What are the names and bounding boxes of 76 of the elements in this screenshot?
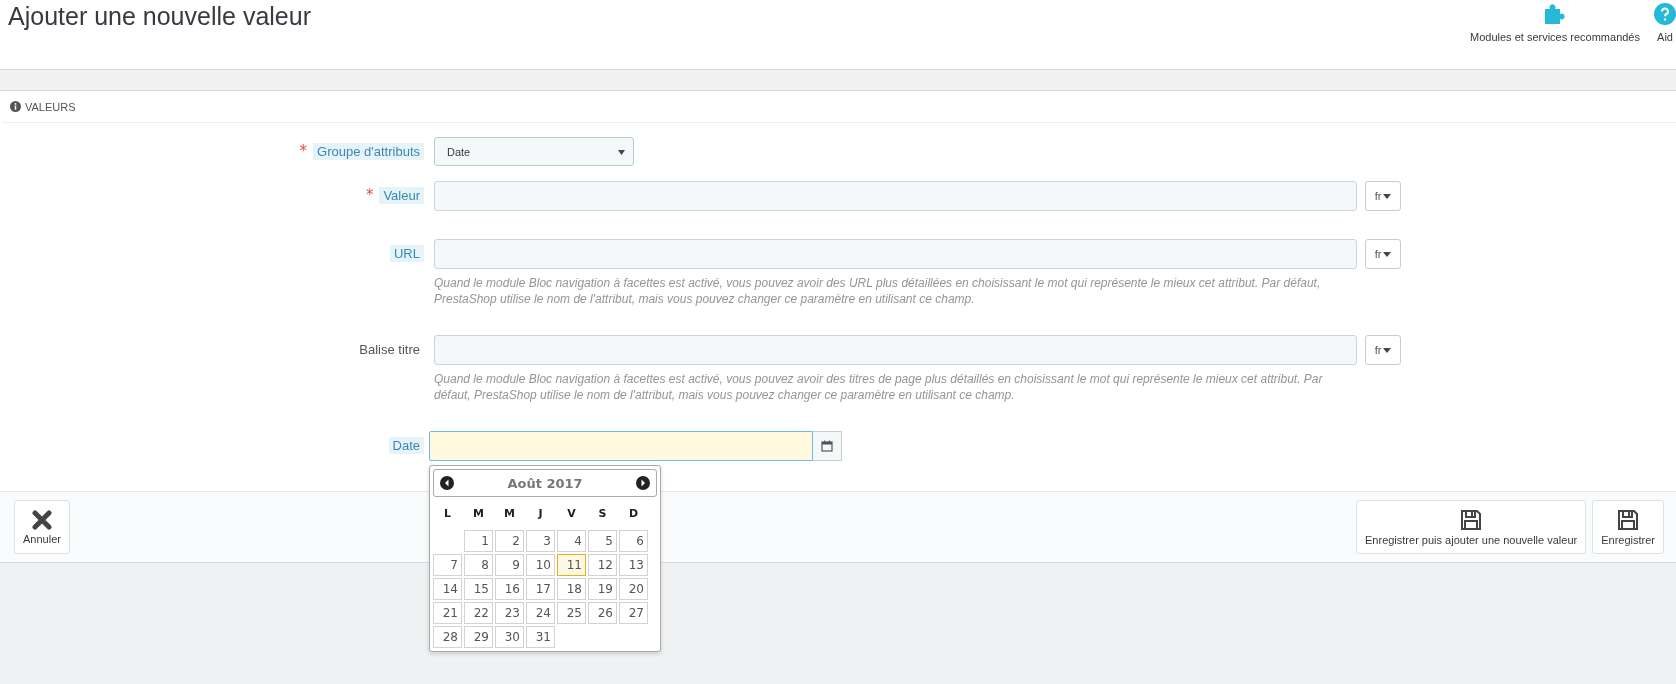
calendar-button[interactable] <box>813 431 842 461</box>
calendar-day[interactable]: 29 <box>464 626 493 648</box>
toolbar-link[interactable]: Modules et services recommandés <box>1470 3 1640 43</box>
date-field[interactable] <box>429 431 813 461</box>
calendar-day[interactable]: 30 <box>495 626 524 648</box>
calendar-day[interactable]: 24 <box>526 602 555 624</box>
calendar-day[interactable]: 6 <box>619 530 648 552</box>
calendar-day[interactable]: 27 <box>619 602 648 624</box>
caret-icon <box>1383 251 1392 257</box>
calendar-day[interactable]: 8 <box>464 554 493 576</box>
calendar-day[interactable]: 13 <box>619 554 648 576</box>
calendar-icon <box>821 440 833 452</box>
toolbar-link[interactable]: Aid <box>1654 3 1676 43</box>
calendar-day[interactable]: 19 <box>588 578 617 600</box>
page-title: Ajouter une nouvelle valeur <box>8 2 311 32</box>
calendar-day[interactable]: 10 <box>526 554 555 576</box>
calendar-day[interactable]: 25 <box>557 602 586 624</box>
month-title: Août 2017 <box>507 475 583 491</box>
next-icon <box>636 476 650 490</box>
attribute-group-select[interactable]: Date <box>434 137 634 166</box>
help-text: Quand le module Bloc navigation à facettes est activé, vous pouvez avoir des URL plus détaillées en choisissant le mot qui représente le mieux cet attribut. Par défaut, PrestaShop utilise le nom de l'attribut, mais vous pouvez changer ce paramètre en utilisant ce champ. <box>434 275 1322 307</box>
help-text: Quand le module Bloc navigation à facettes est activé, vous pouvez avoir des titres de page plus détaillés en choisissant le mot qui représente le mieux cet attribut. Par défaut, PrestaShop utilise le nom de l'attribut, mais vous pouvez changer ce paramètre en utilisant ce champ. <box>434 371 1324 403</box>
calendar-day[interactable]: 23 <box>495 602 524 624</box>
calendar-day[interactable]: 15 <box>464 578 493 600</box>
next-month-button[interactable] <box>636 476 650 490</box>
text-field[interactable] <box>434 181 1357 211</box>
calendar-day[interactable]: 31 <box>526 626 555 648</box>
field-label: URL <box>390 245 424 262</box>
calendar-day[interactable]: 21 <box>433 602 462 624</box>
calendar-day[interactable]: 12 <box>588 554 617 576</box>
required-mark: * <box>299 143 308 159</box>
calendar-day[interactable]: 11 <box>557 554 586 576</box>
calendar-day[interactable]: 18 <box>557 578 586 600</box>
field-label: Groupe d'attributs <box>313 143 424 160</box>
calendar-day[interactable]: 28 <box>433 626 462 648</box>
save-button[interactable]: Enregistrer puis ajouter une nouvelle valeur <box>1356 500 1587 554</box>
calendar-day[interactable]: 17 <box>526 578 555 600</box>
calendar-day[interactable]: 7 <box>433 554 462 576</box>
weekday-label: M <box>472 506 485 522</box>
caret-icon <box>618 149 625 155</box>
text-field[interactable] <box>434 335 1357 365</box>
calendar-day[interactable]: 16 <box>495 578 524 600</box>
caret-icon <box>1383 347 1392 353</box>
required-mark: * <box>365 187 374 203</box>
language-dropdown-button[interactable]: fr <box>1365 181 1401 211</box>
cancel-button[interactable]: Annuler <box>14 500 70 554</box>
field-label: Valeur <box>379 187 424 204</box>
info-icon <box>10 101 21 112</box>
previous-icon <box>440 476 454 490</box>
previous-month-button[interactable] <box>440 476 454 490</box>
language-dropdown-button[interactable]: fr <box>1365 239 1401 269</box>
calendar-day[interactable]: 20 <box>619 578 648 600</box>
field-label: Balise titre <box>358 341 421 358</box>
weekday-label: J <box>537 506 544 522</box>
save-button[interactable]: Enregistrer <box>1592 500 1664 554</box>
calendar-day[interactable]: 4 <box>557 530 586 552</box>
calendar-day[interactable]: 1 <box>464 530 493 552</box>
panel-heading: VALEURS <box>25 100 76 113</box>
field-label: Date <box>388 437 424 454</box>
language-dropdown-button[interactable]: fr <box>1365 335 1401 365</box>
calendar-day[interactable]: 14 <box>433 578 462 600</box>
weekday-label: V <box>566 506 577 522</box>
weekday-label: L <box>443 506 452 522</box>
text-field[interactable] <box>434 239 1357 269</box>
weekday-label: S <box>597 506 608 522</box>
weekday-label: D <box>627 506 640 522</box>
caret-icon <box>1383 193 1392 199</box>
calendar-day[interactable]: 2 <box>495 530 524 552</box>
calendar-day[interactable]: 26 <box>588 602 617 624</box>
puzzle-icon <box>1543 3 1567 25</box>
calendar-day[interactable]: 5 <box>588 530 617 552</box>
calendar-day[interactable]: 3 <box>526 530 555 552</box>
calendar-day[interactable]: 22 <box>464 602 493 624</box>
close-icon <box>31 509 52 530</box>
calendar-day[interactable]: 9 <box>495 554 524 576</box>
weekday-label: M <box>503 506 516 522</box>
